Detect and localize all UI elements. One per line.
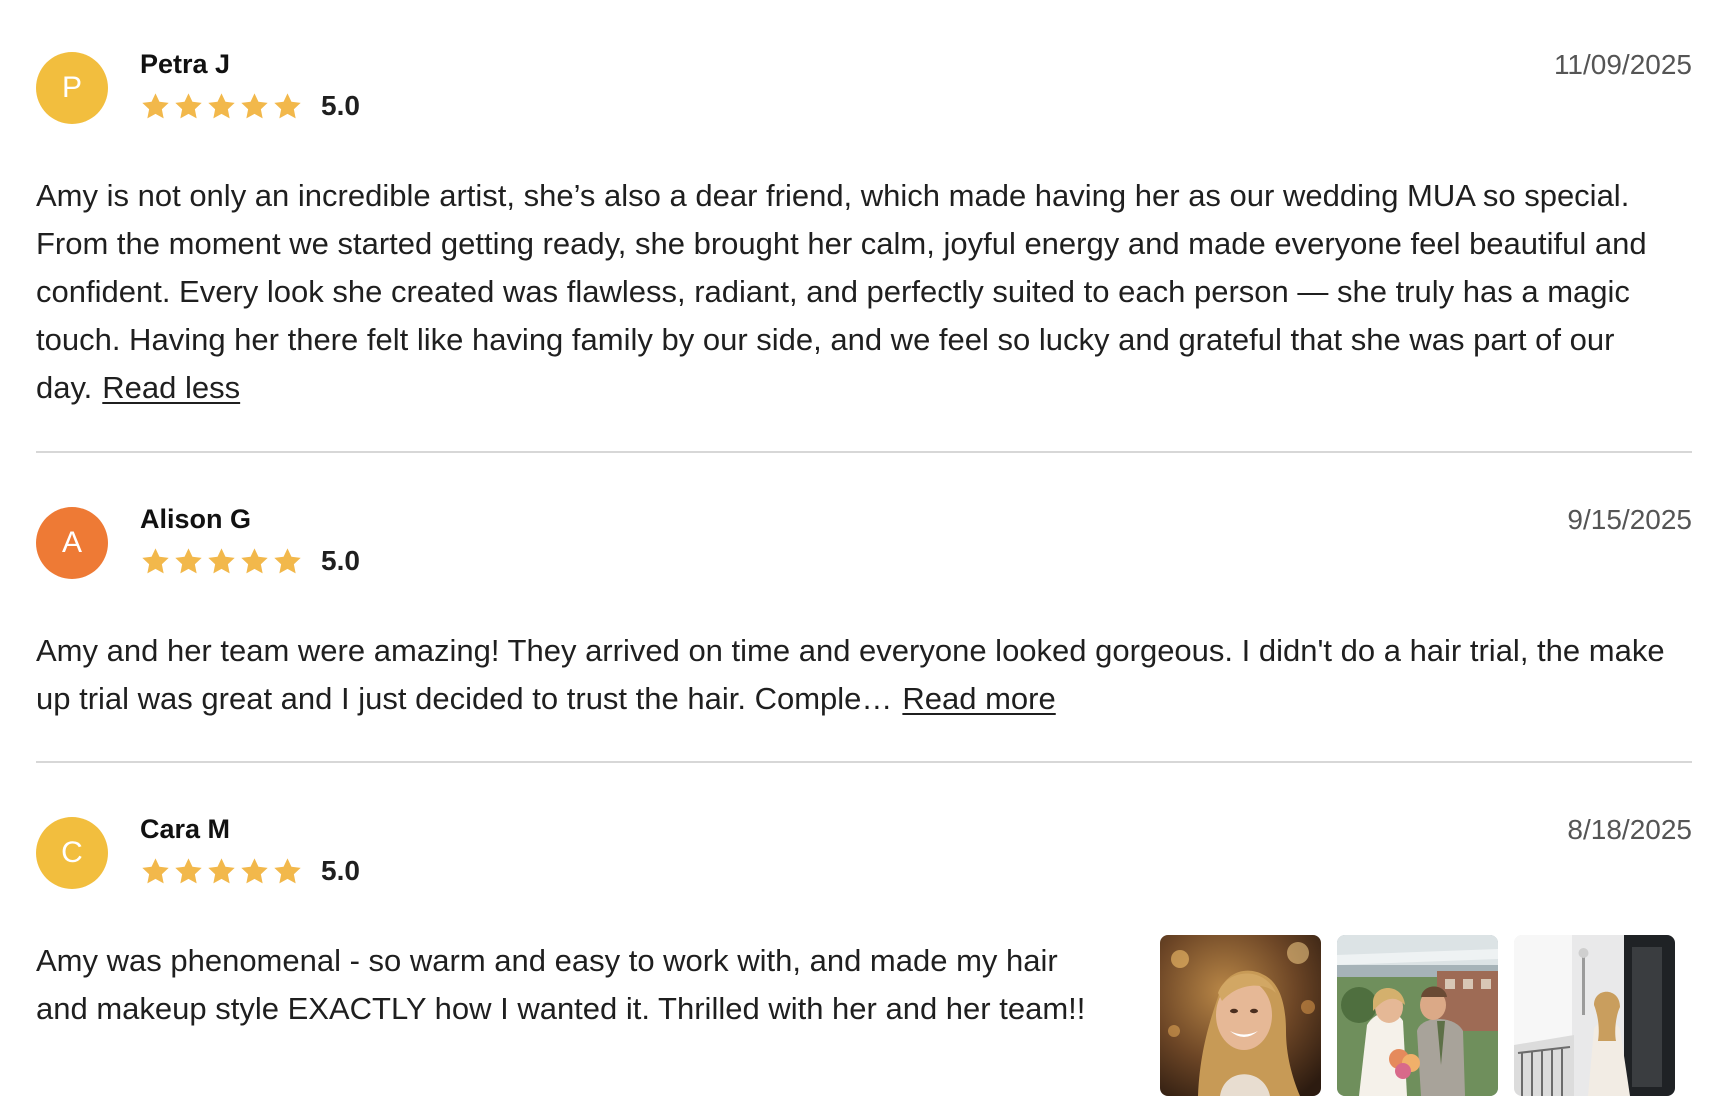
star-icon [208,547,235,573]
rating-value: 5.0 [321,90,360,121]
star-icon [208,857,235,883]
divider [36,761,1692,763]
read-less-link[interactable]: Read less [102,370,240,405]
reviews-list: P Petra J 5.0 11/09/2025 Amy is not only… [0,0,1726,1108]
reviewer-name: Cara M [140,814,231,844]
review-text-block: Amy is not only an incredible artist, sh… [36,172,1692,412]
review-header: P Petra J 5.0 11/09/2025 [36,40,1692,130]
review-text-block: Amy was phenomenal - so warm and easy to… [36,937,1106,1033]
rating-row: 5.0 [140,543,360,579]
review-text: Amy and her team were amazing! They arri… [36,633,1665,716]
star-icon [241,547,268,573]
review-header: C Cara M 5.0 8/18/2025 [36,805,1692,895]
avatar-letter: C [61,836,83,869]
review-text: Amy is not only an incredible artist, sh… [36,178,1647,405]
avatar: P [36,52,108,124]
reviewer-name: Alison G [140,504,252,534]
star-icon [208,92,235,118]
star-icon [175,857,202,883]
star-icon [241,857,268,883]
divider [36,451,1692,453]
avatar-letter: P [61,71,82,104]
rating-value: 5.0 [321,855,360,886]
review-card: A Alison G 5.0 9/15/2025 Amy and her tea… [36,495,1692,723]
review-date: 11/09/2025 [1553,49,1692,80]
star-rating [140,91,303,122]
review-body-row: Amy was phenomenal - so warm and easy to… [36,935,1692,1096]
review-card: C Cara M 5.0 8/18/2025 Amy was phenomena… [36,805,1692,1096]
star-icon [274,857,301,883]
review-card: P Petra J 5.0 11/09/2025 Amy is not only… [36,40,1692,412]
read-more-link[interactable]: Read more [902,681,1055,716]
bride-mirror-photo[interactable] [1514,935,1675,1096]
star-icon [241,92,268,118]
reviewer-name: Petra J [140,49,231,79]
bride-portrait-photo[interactable] [1160,935,1321,1096]
star-icon [175,547,202,573]
avatar-letter: A [61,526,82,559]
star-rating [140,546,303,577]
star-icon [175,92,202,118]
rating-row: 5.0 [140,88,360,124]
review-photos [1160,935,1675,1096]
avatar: A [36,507,108,579]
review-date: 8/18/2025 [1567,814,1692,845]
review-date: 9/15/2025 [1567,504,1692,535]
avatar: C [36,817,108,889]
review-header: A Alison G 5.0 9/15/2025 [36,495,1692,585]
star-icon [274,92,301,118]
star-icon [142,547,169,573]
rating-row: 5.0 [140,853,360,889]
star-icon [142,857,169,883]
rating-value: 5.0 [321,545,360,576]
star-icon [142,92,169,118]
star-rating [140,856,303,887]
star-icon [274,547,301,573]
couple-kiss-photo[interactable] [1337,935,1498,1096]
review-text: Amy was phenomenal - so warm and easy to… [36,943,1086,1026]
review-text-block: Amy and her team were amazing! They arri… [36,627,1692,723]
